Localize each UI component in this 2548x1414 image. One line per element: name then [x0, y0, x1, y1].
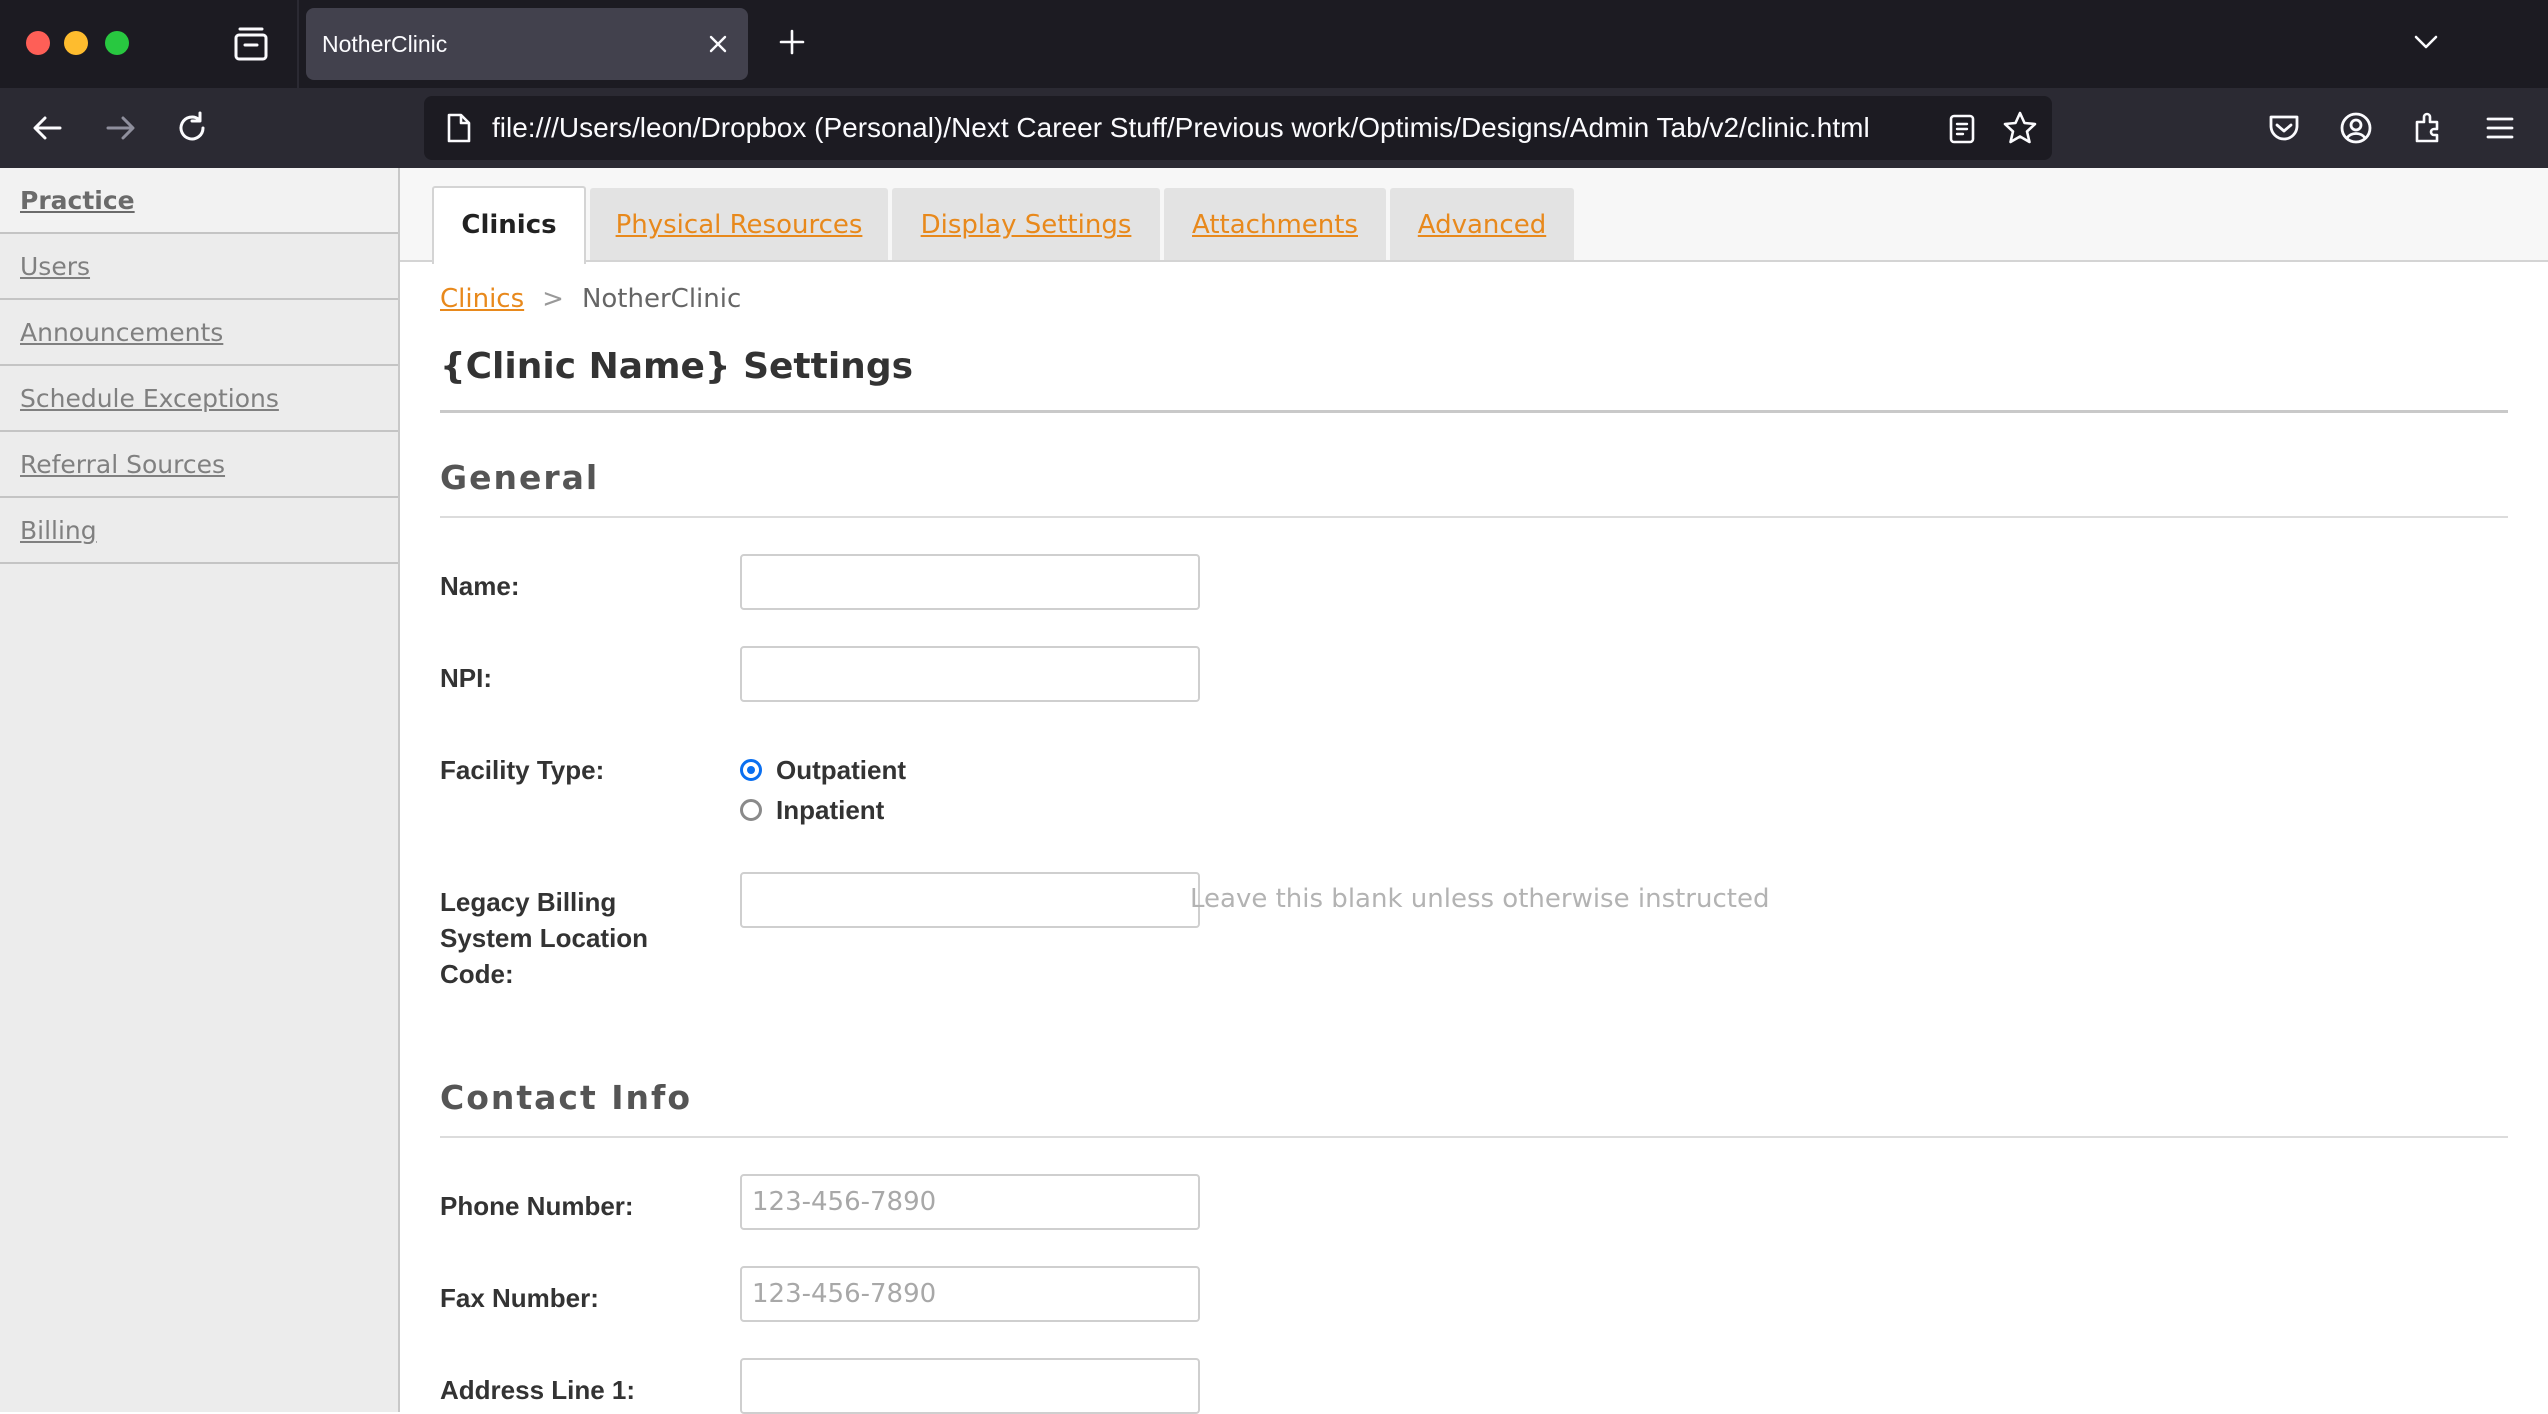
tab-attachments[interactable]: Attachments [1164, 188, 1386, 260]
forward-arrow-icon[interactable] [102, 110, 138, 146]
general-divider [440, 516, 2508, 518]
breadcrumb-current: NotherClinic [581, 284, 742, 314]
fax-number-label: Fax Number: [440, 1283, 599, 1313]
legacy-billing-hint: Leave this blank unless otherwise instru… [1190, 884, 1770, 914]
url-text[interactable]: file:///Users/leon/Dropbox (Personal)/Ne… [492, 96, 1870, 160]
phone-number-label: Phone Number: [440, 1191, 634, 1221]
facility-inpatient-option[interactable]: Inpatient [740, 792, 884, 828]
account-icon[interactable] [2338, 110, 2374, 146]
pocket-icon[interactable] [2266, 110, 2302, 146]
main-content: Clinics Physical Resources Display Setti… [400, 168, 2548, 1414]
page-title: {Clinic Name} Settings [440, 346, 914, 387]
address-line-1-field[interactable] [740, 1358, 1200, 1414]
title-divider [440, 410, 2508, 413]
outpatient-radio[interactable] [740, 759, 762, 781]
contact-divider [440, 1136, 2508, 1138]
name-field[interactable] [740, 554, 1200, 610]
facility-type-label: Facility Type: [440, 755, 605, 785]
outpatient-label: Outpatient [776, 754, 906, 785]
fax-number-field[interactable] [740, 1266, 1200, 1322]
tab-separator [297, 0, 299, 88]
npi-field[interactable] [740, 646, 1200, 702]
sidebar-item-users[interactable]: Users [0, 234, 398, 300]
section-title-general: General [440, 458, 600, 497]
bookmark-star-icon[interactable] [2002, 110, 2038, 146]
phone-number-field[interactable] [740, 1174, 1200, 1230]
hamburger-menu-icon[interactable] [2482, 110, 2518, 146]
address-line-1-label: Address Line 1: [440, 1375, 636, 1405]
zoom-window-button[interactable] [105, 31, 129, 55]
npi-label: NPI: [440, 663, 492, 693]
back-arrow-icon[interactable] [30, 110, 66, 146]
chevron-down-icon[interactable] [2412, 30, 2440, 54]
page-icon [447, 113, 471, 143]
tab-advanced[interactable]: Advanced [1390, 188, 1574, 260]
legacy-billing-code-field[interactable] [740, 872, 1200, 928]
legacy-billing-label: Legacy Billing System Location Code: [440, 887, 649, 989]
tab-display-settings[interactable]: Display Settings [892, 188, 1160, 260]
tab-clinics[interactable]: Clinics [432, 186, 586, 264]
tab-groups-icon[interactable] [232, 26, 270, 62]
reload-icon[interactable] [174, 110, 210, 146]
close-tab-icon[interactable] [706, 32, 730, 56]
breadcrumb-separator: > [542, 284, 564, 314]
tab-physical-resources[interactable]: Physical Resources [590, 188, 888, 260]
sidebar-item-announcements[interactable]: Announcements [0, 300, 398, 366]
browser-tab-bar: NotherClinic [0, 0, 2548, 88]
browser-nav-bar: file:///Users/leon/Dropbox (Personal)/Ne… [0, 88, 2548, 168]
new-tab-icon[interactable] [778, 28, 806, 56]
url-bar[interactable]: file:///Users/leon/Dropbox (Personal)/Ne… [424, 96, 2052, 160]
name-label: Name: [440, 571, 520, 601]
sidebar-item-referral-sources[interactable]: Referral Sources [0, 432, 398, 498]
browser-tab-title: NotherClinic [322, 31, 448, 57]
section-title-contact-info: Contact Info [440, 1078, 693, 1117]
close-window-button[interactable] [26, 31, 50, 55]
inpatient-label: Inpatient [776, 794, 885, 825]
extensions-icon[interactable] [2410, 110, 2446, 146]
browser-tab[interactable]: NotherClinic [306, 8, 748, 80]
section-tabs: Clinics Physical Resources Display Setti… [400, 168, 2548, 264]
inpatient-radio[interactable] [740, 799, 762, 821]
facility-outpatient-option[interactable]: Outpatient [740, 752, 906, 788]
breadcrumb-link-clinics[interactable]: Clinics [440, 284, 524, 314]
sidebar-item-practice[interactable]: Practice [0, 168, 398, 234]
admin-sidebar: Practice Users Announcements Schedule Ex… [0, 168, 400, 1412]
breadcrumb: Clinics > NotherClinic [440, 284, 741, 314]
minimize-window-button[interactable] [64, 31, 88, 55]
reader-view-icon[interactable] [1948, 114, 1976, 144]
sidebar-item-schedule-exceptions[interactable]: Schedule Exceptions [0, 366, 398, 432]
sidebar-item-billing[interactable]: Billing [0, 498, 398, 564]
